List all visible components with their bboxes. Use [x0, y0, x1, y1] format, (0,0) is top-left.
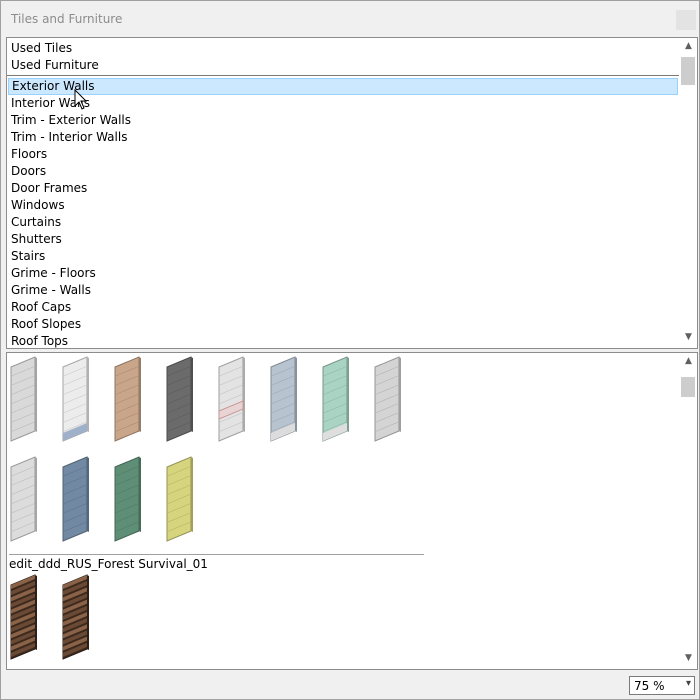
list-item-floors[interactable]: Floors — [8, 146, 678, 163]
tan-stucco-wall-tile[interactable] — [114, 356, 141, 442]
category-scrollbar[interactable]: ▲ ▼ — [680, 38, 697, 346]
scroll-up-arrow-icon[interactable]: ▲ — [680, 38, 697, 55]
wooden-log-wall-tile[interactable] — [62, 574, 89, 660]
window-title: Tiles and Furniture — [11, 12, 123, 26]
close-button[interactable] — [676, 10, 696, 30]
light-gray-wall-tile[interactable] — [374, 356, 401, 442]
category-list[interactable]: Used Tiles Used Furniture Exterior Walls… — [6, 37, 698, 349]
list-item-stairs[interactable]: Stairs — [8, 248, 678, 265]
mouse-cursor-icon — [74, 89, 88, 110]
list-item-doors[interactable]: Doors — [8, 163, 678, 180]
scroll-down-arrow-icon[interactable]: ▼ — [680, 650, 697, 667]
yellow-wall-tile[interactable] — [166, 456, 193, 542]
light-blue-panel-wall-tile[interactable] — [270, 356, 297, 442]
list-item-roof-tops[interactable]: Roof Tops — [8, 333, 678, 348]
dark-gray-brick-wall-tile[interactable] — [166, 356, 193, 442]
tiles-and-furniture-window: Tiles and Furniture Used Tiles Used Furn… — [0, 0, 700, 700]
list-item-door-frames[interactable]: Door Frames — [8, 180, 678, 197]
scroll-up-arrow-icon[interactable]: ▲ — [680, 353, 697, 370]
tile-set-label: edit_ddd_RUS_Forest Survival_01 — [9, 557, 208, 571]
list-item-trim-interior-walls[interactable]: Trim - Interior Walls — [8, 129, 678, 146]
white-blue-base-wall-tile[interactable] — [62, 356, 89, 442]
tile-scrollbar[interactable]: ▲ ▼ — [680, 353, 697, 667]
tile-preview-panel[interactable]: edit_ddd_RUS_Forest Survival_01 ▲ ▼ — [6, 352, 698, 670]
light-gray-tile-wall[interactable] — [10, 456, 37, 542]
list-item-roof-slopes[interactable]: Roof Slopes — [8, 316, 678, 333]
wooden-log-wall-tile[interactable] — [10, 574, 37, 660]
list-item-used-furniture[interactable]: Used Furniture — [8, 57, 678, 74]
zoom-value: 75 % — [634, 679, 665, 693]
white-patterned-band-wall-tile[interactable] — [218, 356, 245, 442]
tile-canvas — [10, 356, 401, 660]
zoom-select[interactable]: 75 % ▾ — [629, 676, 695, 695]
tile-set-separator — [9, 554, 424, 555]
list-item-used-tiles[interactable]: Used Tiles — [8, 40, 678, 57]
list-item-roof-caps[interactable]: Roof Caps — [8, 299, 678, 316]
title-bar: Tiles and Furniture — [1, 1, 699, 35]
list-item-shutters[interactable]: Shutters — [8, 231, 678, 248]
list-item-grime-walls[interactable]: Grime - Walls — [8, 282, 678, 299]
scroll-thumb[interactable] — [681, 377, 695, 397]
steel-blue-wall-tile[interactable] — [62, 456, 89, 542]
list-item-grime-floors[interactable]: Grime - Floors — [8, 265, 678, 282]
chevron-down-icon: ▾ — [685, 678, 691, 689]
mint-panel-wall-tile[interactable] — [322, 356, 349, 442]
list-separator — [7, 75, 679, 76]
list-item-windows[interactable]: Windows — [8, 197, 678, 214]
list-item-trim-exterior-walls[interactable]: Trim - Exterior Walls — [8, 112, 678, 129]
scroll-down-arrow-icon[interactable]: ▼ — [680, 329, 697, 346]
list-item-interior-walls[interactable]: Interior Walls — [8, 95, 678, 112]
list-item-curtains[interactable]: Curtains — [8, 214, 678, 231]
list-item-exterior-walls[interactable]: Exterior Walls — [8, 78, 678, 95]
scroll-thumb[interactable] — [681, 57, 695, 85]
green-wall-tile[interactable] — [114, 456, 141, 542]
white-brick-wall-tile[interactable] — [10, 356, 37, 442]
